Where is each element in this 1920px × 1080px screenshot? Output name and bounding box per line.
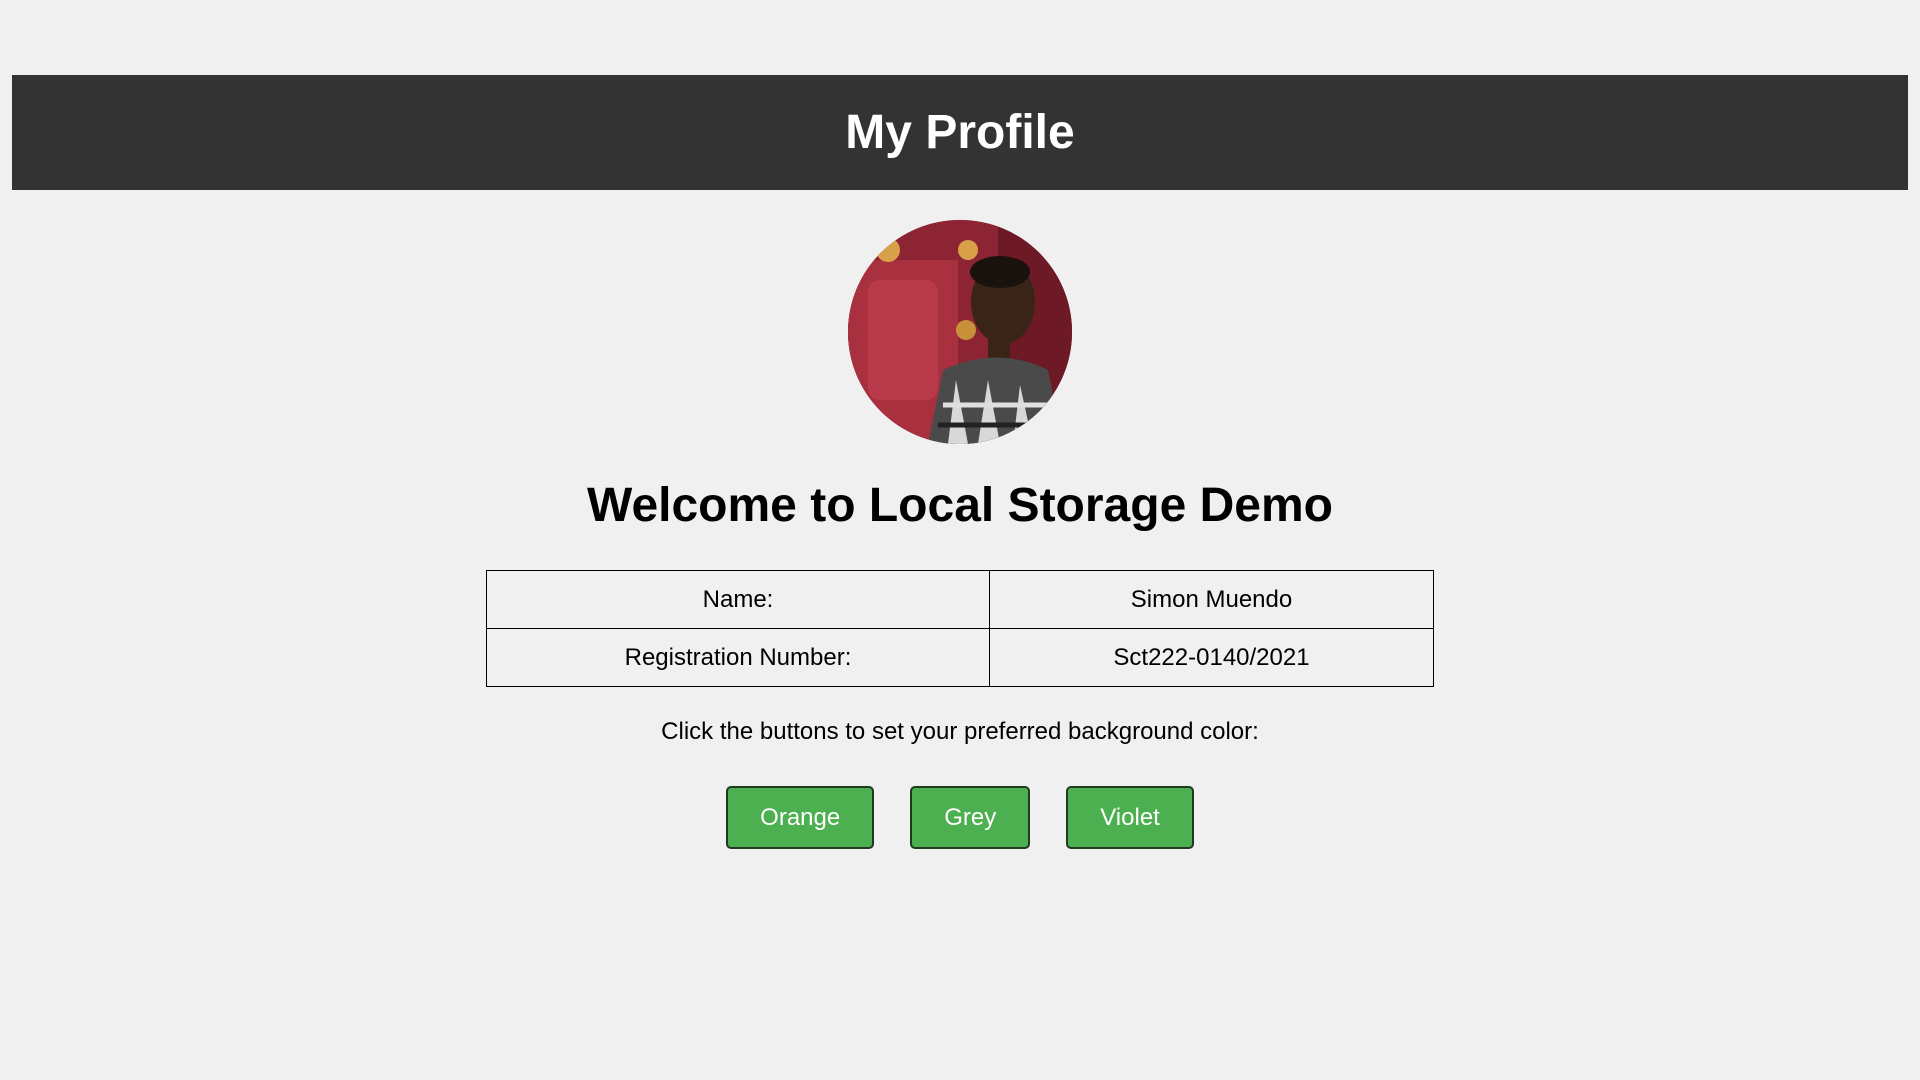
- violet-button[interactable]: Violet: [1066, 786, 1194, 849]
- name-label: Name:: [486, 570, 990, 629]
- table-row: Name: Simon Muendo: [486, 570, 1434, 629]
- avatar-photo-image: [848, 220, 1072, 444]
- name-value: Simon Muendo: [989, 570, 1434, 629]
- grey-button[interactable]: Grey: [910, 786, 1031, 849]
- profile-photo: [848, 220, 1072, 444]
- page-title: My Profile: [845, 106, 1075, 159]
- color-instructions: Click the buttons to set your preferred …: [661, 718, 1259, 745]
- profile-info-table: Name: Simon Muendo Registration Number: …: [486, 570, 1434, 687]
- welcome-heading: Welcome to Local Storage Demo: [587, 479, 1333, 532]
- registration-number-label: Registration Number:: [486, 628, 990, 687]
- table-row: Registration Number: Sct222-0140/2021: [486, 628, 1434, 687]
- color-button-group: Orange Grey Violet: [0, 786, 1920, 849]
- registration-number-value: Sct222-0140/2021: [989, 628, 1434, 687]
- page-header: My Profile: [12, 75, 1908, 190]
- orange-button[interactable]: Orange: [726, 786, 875, 849]
